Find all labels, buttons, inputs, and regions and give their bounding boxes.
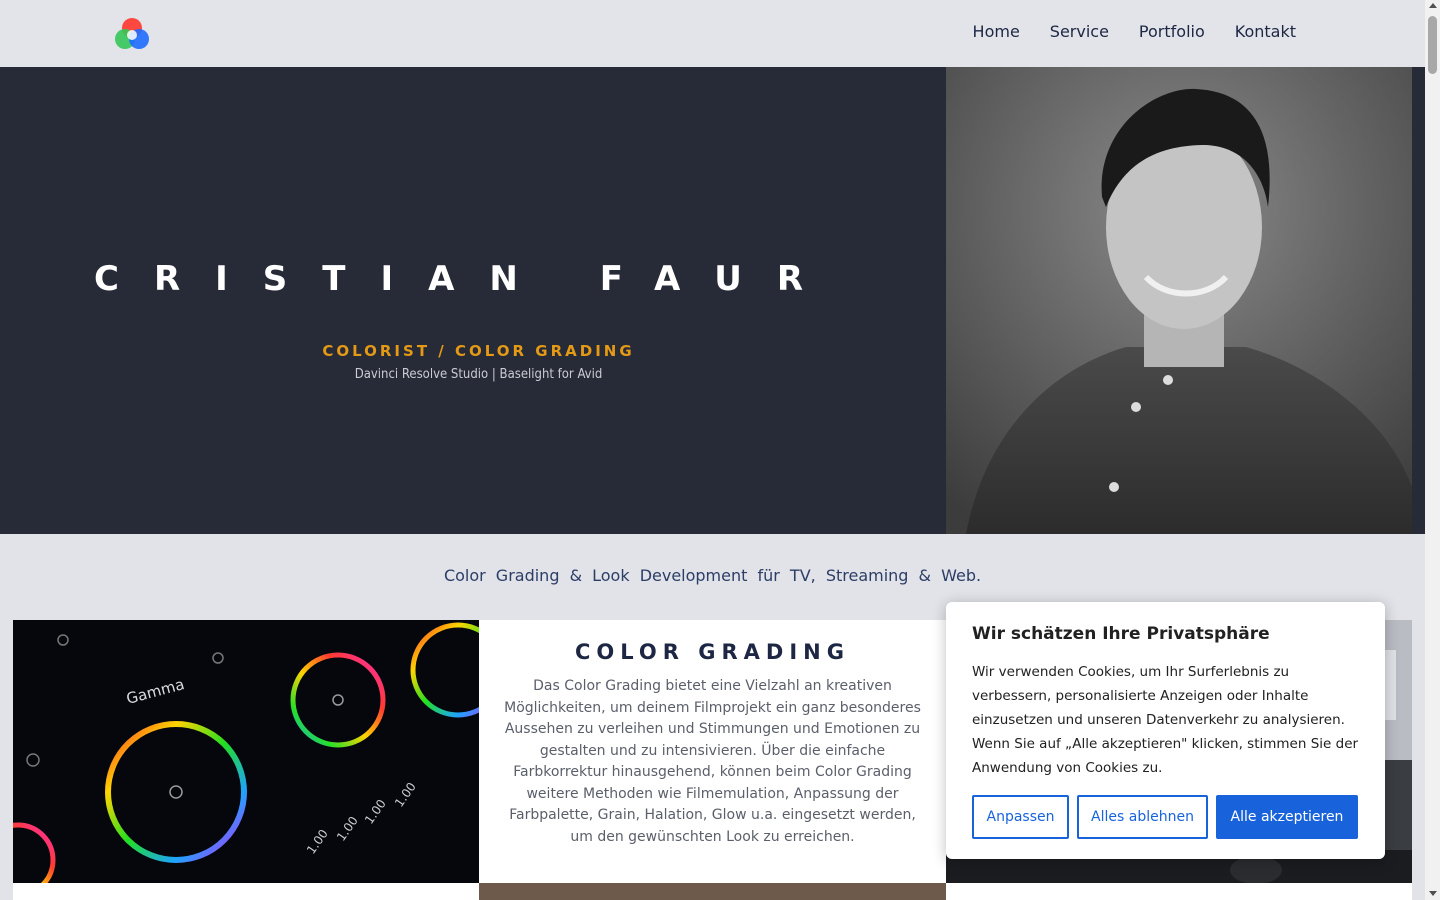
hero-name: CRISTIAN FAUR bbox=[94, 259, 839, 299]
nav-home[interactable]: Home bbox=[973, 22, 1020, 41]
site-header: Home Service Portfolio Kontakt bbox=[0, 0, 1425, 67]
portrait-photo bbox=[946, 67, 1412, 534]
tagline: Color Grading & Look Development für TV,… bbox=[443, 566, 982, 585]
nav-kontakt[interactable]: Kontakt bbox=[1235, 22, 1296, 41]
hero-role: COLORIST / COLOR GRADING bbox=[322, 342, 635, 360]
page-scrollbar[interactable] bbox=[1425, 0, 1440, 900]
reject-all-button[interactable]: Alles ablehnen bbox=[1077, 795, 1208, 839]
color-wheels-image: Gamma 1.00 1.00 1.00 1.00 bbox=[13, 620, 479, 883]
cookie-text: Wir verwenden Cookies, um Ihr Surferlebn… bbox=[972, 664, 1359, 776]
color-grading-card: COLOR GRADING Das Color Grading bietet e… bbox=[479, 620, 946, 883]
customize-button[interactable]: Anpassen bbox=[972, 795, 1069, 839]
rgb-circles-logo[interactable] bbox=[113, 16, 151, 52]
service-row2-image-middle bbox=[479, 883, 946, 900]
nav-portfolio[interactable]: Portfolio bbox=[1139, 22, 1205, 41]
color-grading-text: Das Color Grading bietet eine Vielzahl a… bbox=[504, 678, 921, 845]
cookie-buttons: Anpassen Alles ablehnen Alle akzeptieren bbox=[972, 795, 1358, 839]
accept-all-button[interactable]: Alle akzeptieren bbox=[1216, 795, 1358, 839]
scroll-up-arrow-icon[interactable] bbox=[1429, 3, 1437, 8]
hero-section: CRISTIAN FAUR COLORIST / COLOR GRADING D… bbox=[0, 67, 1425, 534]
hero-tools: Davinci Resolve Studio | Baselight for A… bbox=[354, 367, 603, 382]
service-row2-card-left bbox=[13, 883, 479, 900]
cookie-consent-dialog: Wir schätzen Ihre Privatsphäre Wir verwe… bbox=[946, 602, 1385, 859]
scrollbar-thumb[interactable] bbox=[1428, 16, 1437, 74]
nav-service[interactable]: Service bbox=[1050, 22, 1109, 41]
service-row2-card-right bbox=[946, 883, 1412, 900]
cookie-title: Wir schätzen Ihre Privatsphäre bbox=[972, 624, 1270, 644]
main-nav: Home Service Portfolio Kontakt bbox=[943, 22, 1296, 41]
color-grading-title: COLOR GRADING bbox=[575, 640, 850, 664]
scroll-down-arrow-icon[interactable] bbox=[1429, 891, 1437, 896]
